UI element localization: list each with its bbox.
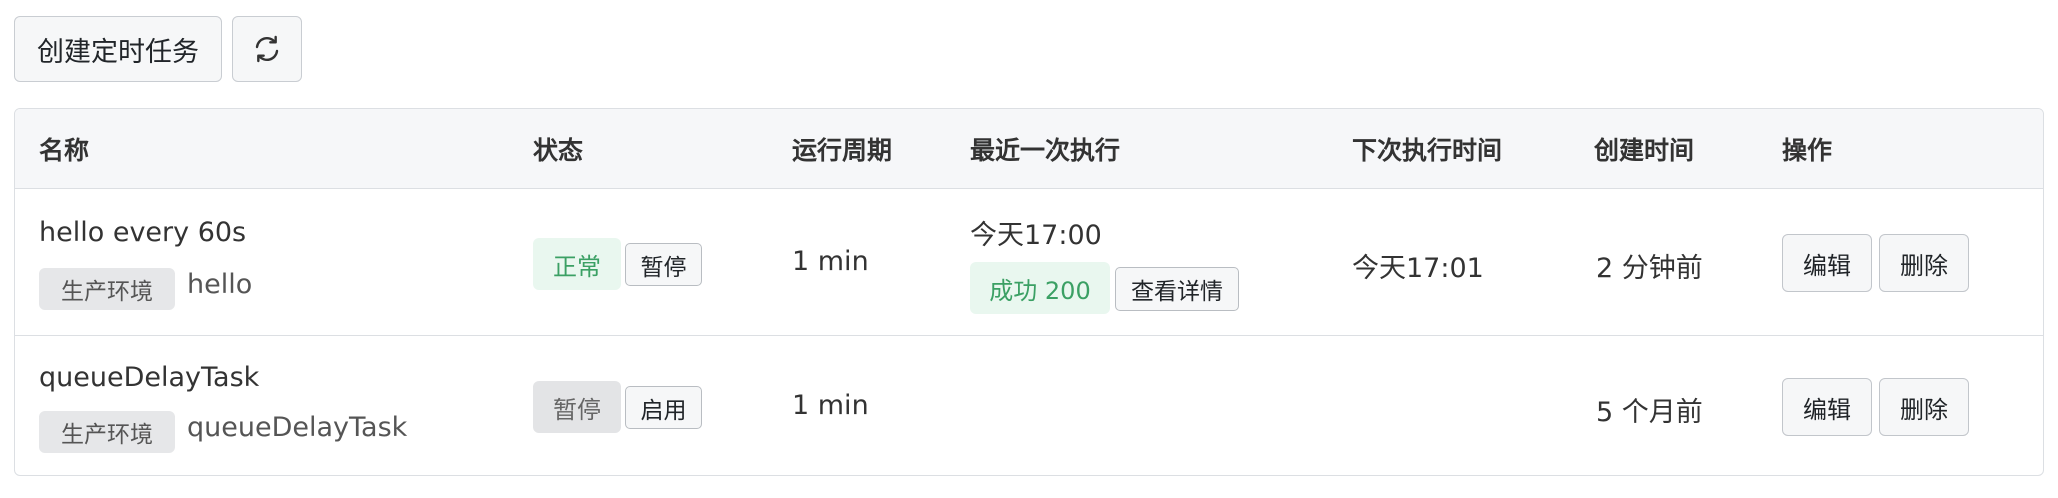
status-badge: 暂停 — [533, 381, 621, 433]
tasks-table: 名称 状态 运行周期 最近一次执行 下次执行时间 创建时间 操作 hello e… — [14, 108, 2044, 476]
created-time: 2 分钟前 — [1596, 253, 1703, 284]
create-task-button[interactable]: 创建定时任务 — [14, 16, 222, 82]
task-handler: queueDelayTask — [187, 412, 408, 443]
header-name: 名称 — [39, 136, 90, 165]
run-period: 1 min — [792, 246, 869, 277]
last-run-result-badge: 成功 200 — [970, 262, 1110, 314]
last-run-time: 今天17:00 — [970, 220, 1102, 251]
header-next-run: 下次执行时间 — [1352, 136, 1503, 165]
header-actions: 操作 — [1782, 136, 1833, 165]
header-status: 状态 — [533, 136, 584, 165]
task-handler: hello — [187, 269, 253, 300]
refresh-button[interactable] — [232, 16, 302, 82]
pause-button[interactable]: 暂停 — [625, 243, 702, 286]
status-badge: 正常 — [533, 238, 621, 290]
delete-button[interactable]: 删除 — [1879, 234, 1969, 292]
table-row: hello every 60s 生产环境 hello 正常 暂停 1 min 今… — [15, 189, 2043, 336]
enable-button[interactable]: 启用 — [625, 386, 702, 429]
task-name: hello every 60s — [39, 217, 247, 248]
header-last-run: 最近一次执行 — [970, 136, 1121, 165]
edit-button[interactable]: 编辑 — [1782, 234, 1872, 292]
view-details-button[interactable]: 查看详情 — [1115, 267, 1239, 311]
task-name: queueDelayTask — [39, 362, 260, 393]
created-time: 5 个月前 — [1596, 397, 1703, 428]
refresh-icon — [255, 35, 279, 63]
header-period: 运行周期 — [792, 136, 893, 165]
env-tag: 生产环境 — [39, 268, 175, 310]
run-period: 1 min — [792, 390, 869, 421]
edit-button[interactable]: 编辑 — [1782, 378, 1872, 436]
table-header: 名称 状态 运行周期 最近一次执行 下次执行时间 创建时间 操作 — [15, 109, 2043, 189]
next-run-time: 今天17:01 — [1352, 253, 1484, 284]
env-tag: 生产环境 — [39, 411, 175, 453]
toolbar: 创建定时任务 — [14, 16, 302, 82]
delete-button[interactable]: 删除 — [1879, 378, 1969, 436]
header-created: 创建时间 — [1594, 136, 1695, 165]
table-row: queueDelayTask 生产环境 queueDelayTask 暂停 启用… — [15, 336, 2043, 475]
